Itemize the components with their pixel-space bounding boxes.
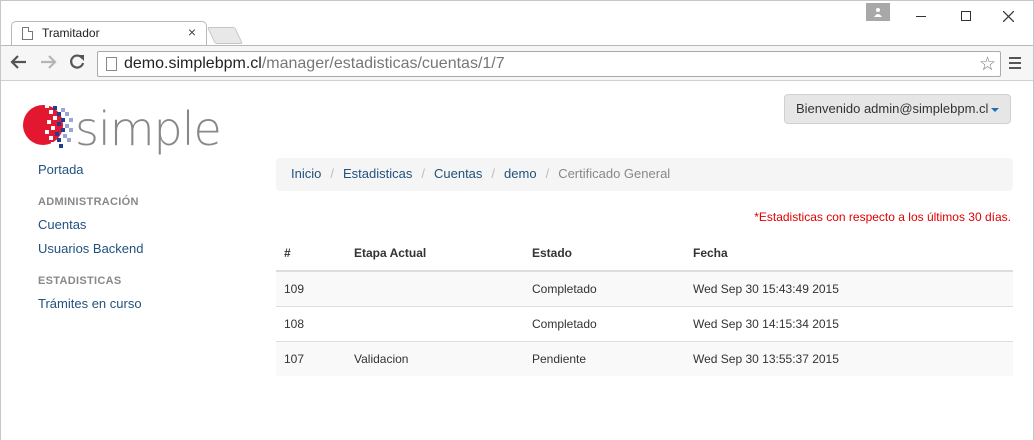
user-profile-icon[interactable] — [866, 3, 890, 21]
cell-fecha: Wed Sep 30 15:43:49 2015 — [685, 270, 1013, 306]
breadcrumb-estadisticas[interactable]: Estadisticas — [343, 166, 412, 181]
user-menu-button[interactable]: Bienvenido admin@simplebpm.cl — [784, 94, 1011, 124]
sidebar-item-tramites-en-curso[interactable]: Trámites en curso — [38, 296, 238, 320]
forward-button[interactable] — [38, 53, 58, 73]
address-bar[interactable]: demo.simplebpm.cl/manager/estadisticas/c… — [97, 51, 1001, 77]
browser-toolbar: demo.simplebpm.cl/manager/estadisticas/c… — [1, 45, 1033, 81]
url-host: demo.simplebpm.cl — [124, 55, 262, 72]
sidebar-header-estadisticas: ESTADISTICAS — [38, 275, 122, 287]
maximize-button[interactable] — [951, 1, 981, 31]
close-tab-icon[interactable]: × — [188, 24, 196, 40]
breadcrumb-demo[interactable]: demo — [504, 166, 537, 181]
cell-etapa: Validacion — [346, 340, 524, 376]
column-header-number: # — [276, 236, 346, 272]
url-path: /manager/estadisticas/cuentas/1/7 — [261, 55, 505, 72]
table-row: 107 Validacion Pendiente Wed Sep 30 13:5… — [276, 340, 1013, 376]
cell-fecha: Wed Sep 30 14:15:34 2015 — [685, 305, 1013, 341]
sidebar-item-cuentas[interactable]: Cuentas — [38, 217, 238, 241]
cell-fecha: Wed Sep 30 13:55:37 2015 — [685, 340, 1013, 376]
cell-number: 108 — [276, 305, 346, 341]
close-window-button[interactable] — [993, 1, 1023, 31]
logo-wordmark: simple — [75, 102, 222, 156]
user-menu-label: Bienvenido admin@simplebpm.cl — [796, 101, 989, 116]
logo-mark-icon — [23, 104, 73, 148]
browser-window: Tramitador × demo.simplebpm.cl/manager/e… — [0, 0, 1034, 440]
breadcrumb-separator: / — [421, 166, 425, 181]
page-icon — [106, 57, 117, 71]
cell-number: 107 — [276, 340, 346, 376]
maximize-icon — [961, 11, 971, 21]
arrow-left-icon — [10, 55, 26, 69]
new-tab-button[interactable] — [207, 27, 243, 44]
table-header-row: # Etapa Actual Estado Fecha — [276, 236, 1013, 272]
column-header-estado: Estado — [524, 236, 685, 272]
breadcrumb-separator: / — [545, 166, 550, 181]
column-header-fecha: Fecha — [685, 236, 1013, 272]
breadcrumb-cuentas[interactable]: Cuentas — [434, 166, 482, 181]
back-button[interactable] — [9, 53, 29, 73]
minimize-button[interactable] — [906, 1, 936, 31]
arrow-right-icon — [41, 55, 57, 69]
url-text: demo.simplebpm.cl/manager/estadisticas/c… — [124, 55, 505, 73]
browser-tab[interactable]: Tramitador × — [11, 21, 207, 45]
cell-estado: Completado — [524, 270, 685, 306]
table-row: 108 Completado Wed Sep 30 14:15:34 2015 — [276, 305, 1013, 341]
reload-button[interactable] — [67, 53, 87, 73]
close-icon — [1002, 10, 1014, 22]
cell-etapa — [346, 305, 524, 341]
bookmark-star-icon[interactable]: ☆ — [979, 53, 996, 76]
tab-strip: Tramitador × — [1, 1, 1033, 45]
page-icon — [22, 27, 33, 40]
cell-number: 109 — [276, 270, 346, 306]
table-row: 109 Completado Wed Sep 30 15:43:49 2015 — [276, 270, 1013, 306]
browser-menu-icon[interactable] — [1009, 57, 1021, 72]
sidebar: Portada ADMINISTRACIÓN Cuentas Usuarios … — [38, 162, 238, 320]
caret-down-icon — [991, 107, 1000, 112]
procedures-table: # Etapa Actual Estado Fecha 109 Completa… — [276, 236, 1013, 376]
breadcrumb-active: Certificado General — [558, 166, 671, 181]
breadcrumb-separator: / — [330, 166, 334, 181]
sidebar-header-administracion: ADMINISTRACIÓN — [38, 196, 139, 208]
sidebar-item-usuarios-backend[interactable]: Usuarios Backend — [38, 241, 238, 265]
statistics-notice: *Estadisticas con respecto a los últimos… — [754, 210, 1011, 224]
page-content: simple Bienvenido admin@simplebpm.cl Por… — [1, 82, 1033, 440]
tab-title: Tramitador — [42, 26, 100, 40]
cell-etapa — [346, 270, 524, 306]
column-header-etapa: Etapa Actual — [346, 236, 524, 272]
minimize-icon — [916, 15, 926, 17]
breadcrumb: Inicio / Estadisticas / Cuentas / demo / Certifi… — [276, 158, 1013, 191]
sidebar-item-portada[interactable]: Portada — [38, 162, 238, 186]
breadcrumb-inicio[interactable]: Inicio — [291, 166, 321, 181]
simple-logo[interactable]: simple — [23, 98, 222, 156]
breadcrumb-separator: / — [491, 166, 496, 181]
cell-estado: Completado — [524, 305, 685, 341]
reload-icon — [70, 54, 85, 69]
cell-estado: Pendiente — [524, 340, 685, 376]
